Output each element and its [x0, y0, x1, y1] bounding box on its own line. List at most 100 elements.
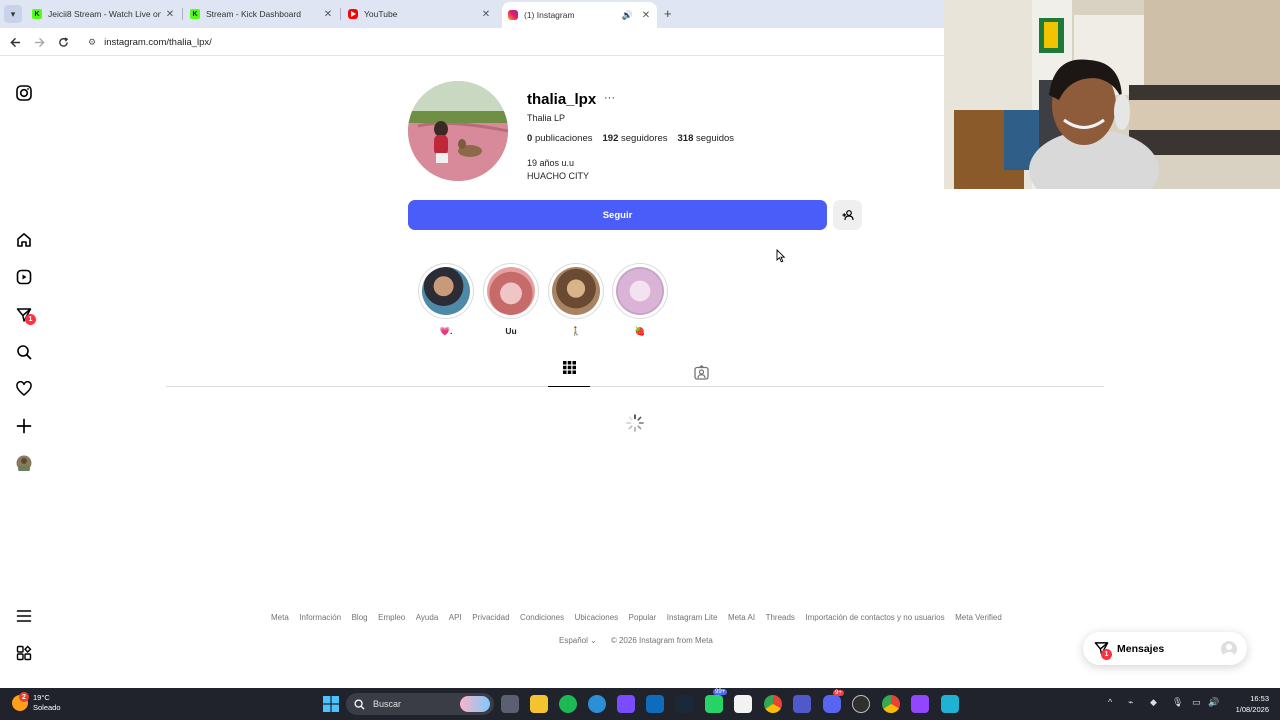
- reels-icon[interactable]: [15, 268, 33, 286]
- language-selector[interactable]: Español ⌄: [559, 636, 597, 645]
- vpn-icon[interactable]: ◆: [1150, 697, 1157, 708]
- highlight-cover: [616, 267, 664, 315]
- footer-link[interactable]: Empleo: [378, 613, 405, 622]
- windows-start-icon[interactable]: [322, 695, 340, 713]
- footer-link[interactable]: Meta AI: [728, 613, 755, 622]
- url-text: instagram.com/thalia_lpx/: [104, 36, 212, 48]
- close-icon[interactable]: ✕: [323, 9, 333, 20]
- taskbar-search[interactable]: Buscar: [346, 693, 494, 715]
- footer-link[interactable]: Popular: [629, 613, 657, 622]
- network-icon[interactable]: ⌁: [1128, 697, 1133, 708]
- highlight-cover: [552, 267, 600, 315]
- footer-link[interactable]: Instagram Lite: [667, 613, 718, 622]
- site-settings-icon[interactable]: ⚙: [88, 37, 96, 48]
- speaker-icon[interactable]: 🔊: [622, 10, 633, 21]
- display-icon[interactable]: ▭: [1192, 697, 1201, 708]
- chevron-down-icon: ⌄: [590, 636, 597, 645]
- instagram-logo-icon[interactable]: [15, 84, 33, 102]
- outlook-icon[interactable]: [646, 695, 664, 713]
- chrome-icon[interactable]: [882, 695, 900, 713]
- follow-button[interactable]: Seguir: [408, 200, 827, 230]
- followers-stat[interactable]: 192 seguidores: [603, 133, 668, 144]
- volume-icon[interactable]: 🔊: [1208, 697, 1219, 708]
- spotify-icon[interactable]: [559, 695, 577, 713]
- app-icon[interactable]: [617, 695, 635, 713]
- close-icon[interactable]: ✕: [165, 9, 175, 20]
- footer-link[interactable]: API: [449, 613, 462, 622]
- address-bar[interactable]: ⚙ instagram.com/thalia_lpx/: [84, 32, 944, 52]
- footer-link[interactable]: Meta: [271, 613, 289, 622]
- menu-hamburger-icon[interactable]: [15, 607, 33, 625]
- home-icon[interactable]: [15, 231, 33, 249]
- notifications-heart-icon[interactable]: [15, 380, 33, 398]
- youtube-icon: [348, 9, 358, 19]
- create-plus-icon[interactable]: [15, 417, 33, 435]
- footer-link[interactable]: Información: [299, 613, 341, 622]
- whatsapp-icon[interactable]: 99+: [705, 689, 728, 713]
- footer-link[interactable]: Blog: [352, 613, 368, 622]
- browser-tab-kick-dashboard[interactable]: K Stream - Kick Dashboard ✕: [184, 2, 339, 26]
- file-explorer-icon[interactable]: [530, 695, 548, 713]
- system-clock[interactable]: 16:53 1/08/2026: [1221, 693, 1269, 715]
- profile-avatar[interactable]: [15, 454, 33, 472]
- kick-icon: K: [32, 9, 42, 19]
- browser-tab-instagram[interactable]: (1) Instagram 🔊 ✕: [502, 2, 657, 28]
- forward-icon[interactable]: [31, 34, 47, 50]
- steam-icon[interactable]: [675, 695, 693, 713]
- temperature: 19°C: [33, 693, 50, 702]
- whatsapp-badge: 99+: [713, 689, 728, 695]
- footer-link[interactable]: Privacidad: [472, 613, 509, 622]
- chevron-up-icon[interactable]: ^: [1108, 697, 1112, 707]
- teams-icon[interactable]: [793, 695, 811, 713]
- tab-search-button[interactable]: ▾: [4, 5, 22, 23]
- microsoft-store-icon[interactable]: [734, 695, 752, 713]
- story-highlight[interactable]: 🍓: [612, 263, 668, 338]
- footer-link[interactable]: Ubicaciones: [575, 613, 619, 622]
- story-highlight[interactable]: Uu: [483, 263, 539, 338]
- chrome-icon[interactable]: [764, 695, 782, 713]
- task-view-icon[interactable]: [501, 695, 519, 713]
- reload-icon[interactable]: [55, 34, 71, 50]
- browser-tab-jeicii8[interactable]: K Jeicii8 Stream - Watch Live on K ✕: [26, 2, 181, 26]
- direct-messages-icon[interactable]: 1: [15, 306, 36, 325]
- weather-widget[interactable]: 2 19°C Soleado: [12, 692, 61, 713]
- instagram-icon: [508, 10, 518, 20]
- edge-icon[interactable]: [588, 695, 606, 713]
- avatar: [1221, 640, 1237, 657]
- profile-stats: 0 publicaciones 192 seguidores 318 segui…: [527, 133, 734, 144]
- weather-badge: 2: [19, 692, 29, 702]
- also-from-meta-icon[interactable]: [15, 644, 33, 662]
- footer-link[interactable]: Ayuda: [416, 613, 439, 622]
- story-highlight[interactable]: 💗.: [418, 263, 474, 338]
- more-options-icon[interactable]: ···: [604, 92, 615, 104]
- discord-icon[interactable]: 9+: [823, 690, 844, 713]
- messages-badge: 1: [1101, 648, 1112, 660]
- browser-tab-youtube[interactable]: YouTube ✕: [342, 2, 497, 26]
- twitch-icon[interactable]: [911, 695, 929, 713]
- notepad-icon[interactable]: [941, 695, 959, 713]
- add-person-icon: [842, 210, 854, 221]
- new-tab-button[interactable]: +: [664, 6, 672, 21]
- footer-link[interactable]: Meta Verified: [955, 613, 1002, 622]
- tagged-tab[interactable]: [690, 362, 712, 382]
- close-icon[interactable]: ✕: [481, 9, 491, 20]
- mouse-cursor-icon: [776, 248, 786, 268]
- posts-grid-tab[interactable]: [548, 361, 590, 387]
- profile-picture[interactable]: [408, 81, 508, 181]
- footer-link[interactable]: Condiciones: [520, 613, 564, 622]
- search-icon[interactable]: [15, 343, 33, 361]
- close-icon[interactable]: ✕: [641, 10, 651, 21]
- tab-title: (1) Instagram: [524, 10, 575, 20]
- suggested-accounts-button[interactable]: [833, 200, 862, 230]
- notification-badge: 1: [25, 314, 36, 325]
- messages-button[interactable]: 1 Mensajes: [1083, 632, 1247, 665]
- tab-title: Stream - Kick Dashboard: [206, 9, 301, 19]
- app-icon[interactable]: [852, 695, 870, 713]
- kick-icon: K: [190, 9, 200, 19]
- back-icon[interactable]: [7, 34, 23, 50]
- story-highlight[interactable]: 🚶: [548, 263, 604, 338]
- footer-link[interactable]: Importación de contactos y no usuarios: [805, 613, 944, 622]
- microphone-icon[interactable]: 🎙: [1172, 697, 1183, 708]
- following-stat[interactable]: 318 seguidos: [678, 133, 735, 144]
- footer-link[interactable]: Threads: [766, 613, 795, 622]
